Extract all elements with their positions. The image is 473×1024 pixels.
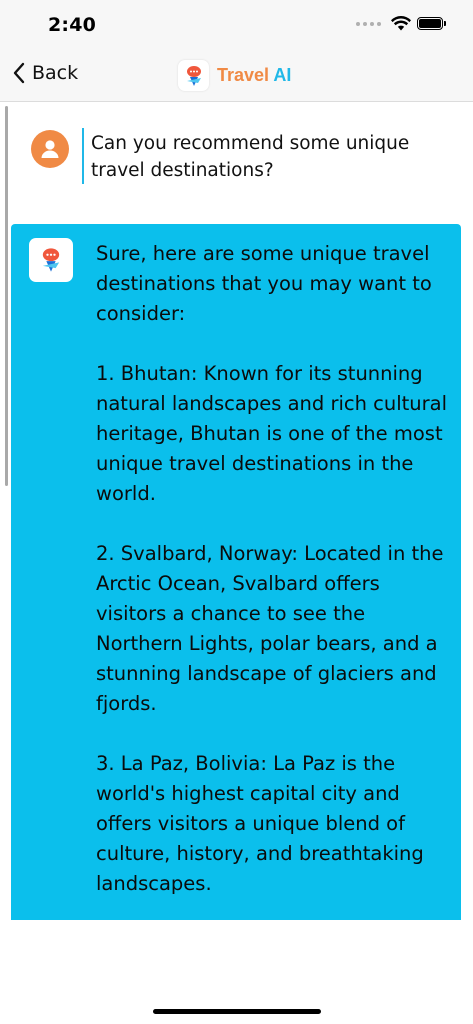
home-indicator[interactable]	[153, 1009, 321, 1014]
ai-paragraph-la-paz: 3. La Paz, Bolivia: La Paz is the world'…	[96, 752, 424, 895]
ai-paragraph-svalbard: 2. Svalbard, Norway: Located in the Arct…	[96, 542, 444, 715]
battery-icon	[417, 17, 446, 30]
status-time: 2:40	[48, 14, 97, 36]
ai-avatar-icon	[29, 238, 73, 282]
status-bar: 2:40	[0, 0, 473, 52]
chevron-left-icon	[13, 62, 25, 84]
ai-paragraph-intro: Sure, here are some unique travel destin…	[96, 242, 432, 325]
travel-ai-logo-icon	[178, 60, 209, 91]
wifi-icon	[391, 16, 411, 31]
back-button[interactable]: Back	[12, 62, 78, 84]
app-title-text: Travel AI	[217, 65, 291, 86]
ai-paragraph-bhutan: 1. Bhutan: Known for its stunning natura…	[96, 362, 448, 505]
scroll-indicator[interactable]	[5, 106, 8, 486]
app-title: Travel AI	[178, 60, 291, 91]
status-icons	[356, 16, 446, 31]
nav-bar: Back Travel AI	[0, 52, 473, 102]
back-label: Back	[32, 62, 79, 84]
user-message-accent-bar	[82, 128, 84, 184]
ai-message-text: Sure, here are some unique travel destin…	[96, 239, 451, 920]
signal-dots-icon	[356, 21, 381, 26]
title-ai: AI	[273, 65, 292, 85]
title-travel: Travel	[217, 65, 270, 85]
user-message: Can you recommend some unique travel des…	[91, 133, 410, 181]
user-avatar-icon	[31, 130, 69, 168]
ai-message-bubble: Sure, here are some unique travel destin…	[11, 224, 461, 920]
